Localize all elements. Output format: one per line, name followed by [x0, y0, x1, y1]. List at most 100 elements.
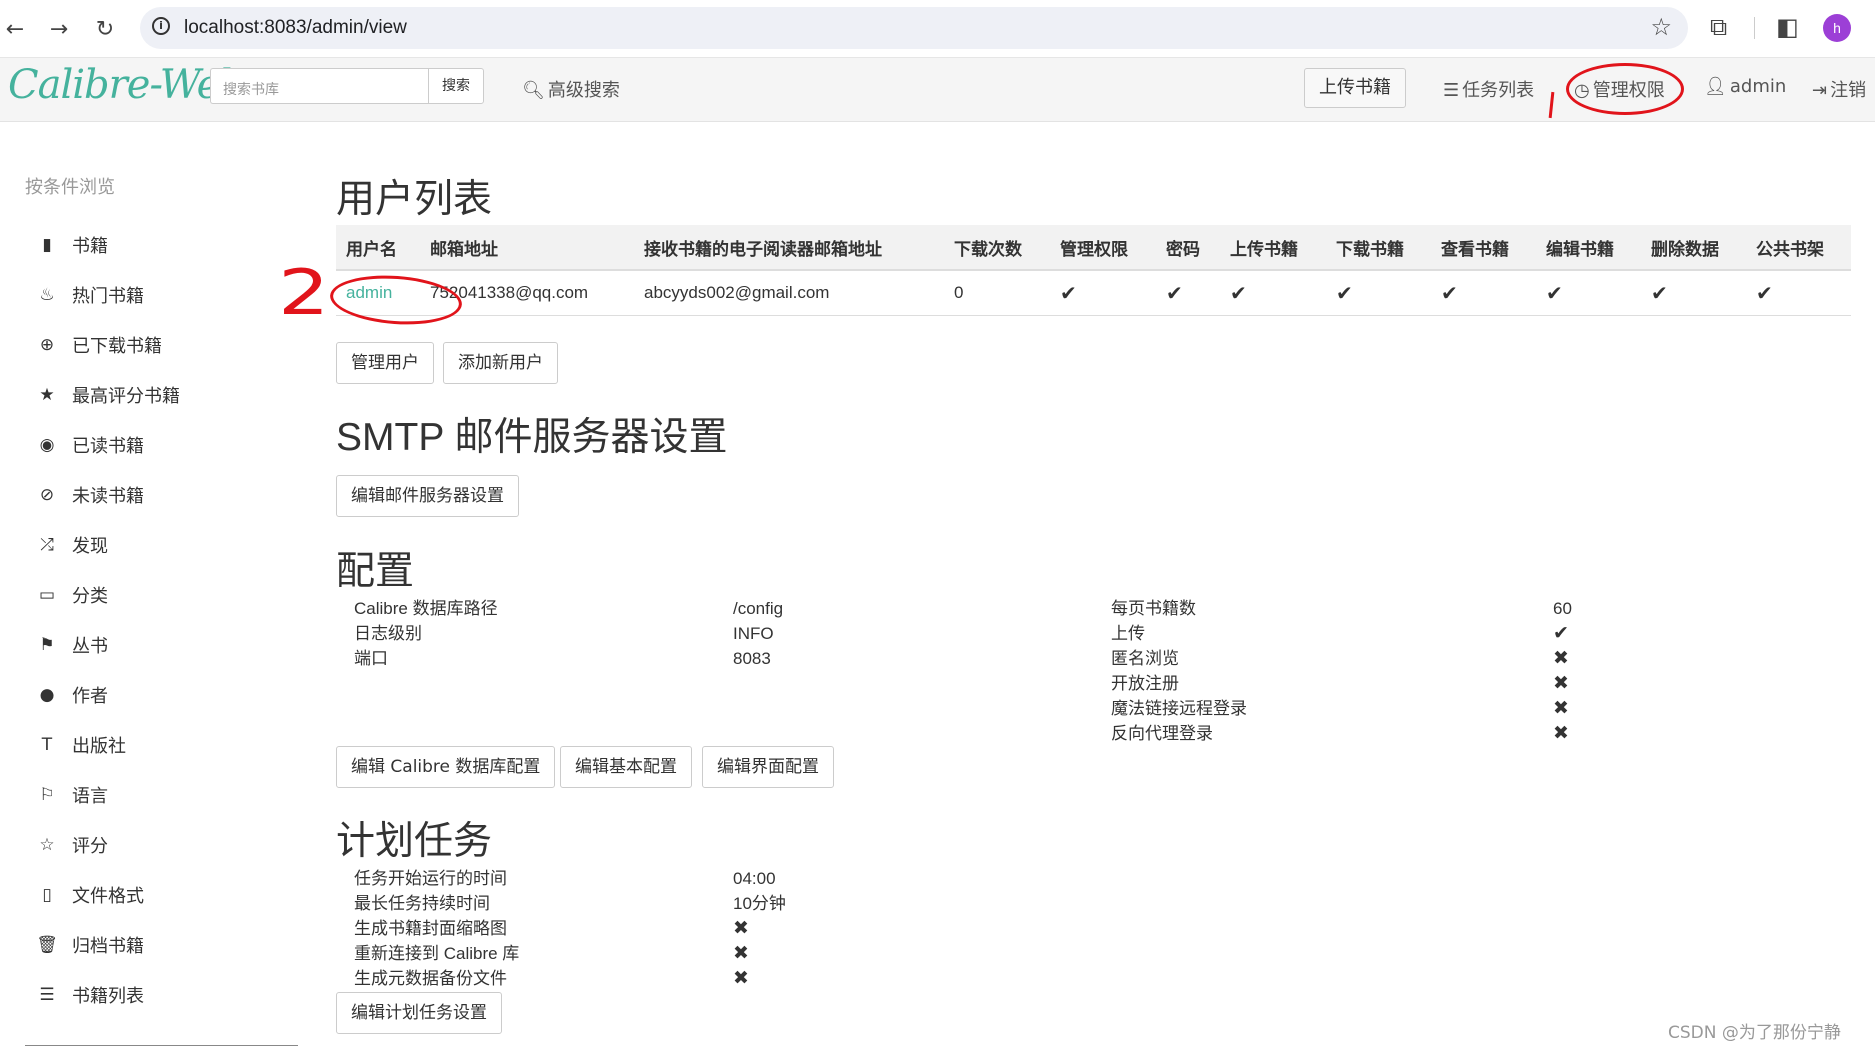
- sidebar-item[interactable]: ⊕ 已下载书籍: [36, 331, 162, 359]
- smtp-title: SMTP 邮件服务器设置: [336, 416, 728, 459]
- url-text[interactable]: localhost:8083/admin/view: [184, 17, 407, 39]
- sidebar-divider: [25, 1045, 298, 1046]
- edit-calibre-db-config-button[interactable]: 编辑 Calibre 数据库配置: [336, 746, 556, 788]
- sidebar-item[interactable]: ♨ 热门书籍: [36, 281, 144, 309]
- column-header[interactable]: 删除数据: [1641, 225, 1746, 271]
- config-label: 开放注册: [1111, 674, 1179, 693]
- sidebar-item[interactable]: ★ 最高评分书籍: [36, 381, 180, 409]
- table-row: admin 752041338@qq.com abcyyds002@gmail.…: [336, 270, 1851, 316]
- edit-ui-config-button[interactable]: 编辑界面配置: [702, 746, 834, 788]
- column-header[interactable]: 下载书籍: [1326, 225, 1431, 271]
- cross-icon: ✖: [1553, 647, 1569, 669]
- sidebar-item-label: 语言: [72, 786, 108, 807]
- star-icon: ★: [39, 385, 55, 405]
- sidebar-item-label: 评分: [72, 836, 108, 857]
- sidebar-item-label: 书籍列表: [72, 986, 144, 1007]
- schedule-value: 10分钟: [733, 894, 786, 913]
- extensions-icon[interactable]: ⧉: [1710, 13, 1727, 41]
- config-label: 魔法链接远程登录: [1111, 699, 1247, 718]
- sidebar-item[interactable]: ☰ 书籍列表: [36, 981, 144, 1009]
- schedule-label: 生成书籍封面缩略图: [354, 919, 507, 938]
- column-header[interactable]: 密码: [1156, 225, 1220, 271]
- logout-icon: ⇥: [1812, 80, 1828, 101]
- password-permission-check: ✔: [1156, 270, 1220, 316]
- sidebar-item[interactable]: ▭ 分类: [36, 581, 108, 609]
- edit-smtp-button[interactable]: 编辑邮件服务器设置: [336, 475, 519, 517]
- user-icon: 👤︎: [1704, 76, 1727, 97]
- download-permission-check: ✔: [1326, 270, 1431, 316]
- edit-permission-check: ✔: [1536, 270, 1641, 316]
- advanced-search-label: 高级搜索: [547, 80, 620, 101]
- sidebar-item[interactable]: ⤮ 发现: [36, 531, 108, 559]
- fire-icon: ♨: [39, 285, 55, 305]
- text-size-icon: T: [41, 735, 53, 755]
- user-profile-link[interactable]: 👤︎ admin: [1704, 76, 1786, 97]
- column-header[interactable]: 管理权限: [1050, 225, 1156, 271]
- column-header[interactable]: 查看书籍: [1431, 225, 1536, 271]
- sidebar-item[interactable]: ⊘ 未读书籍: [36, 481, 144, 509]
- site-info-icon[interactable]: i: [152, 17, 170, 35]
- schedule-label: 最长任务持续时间: [354, 894, 490, 913]
- sidebar-item[interactable]: ⚐ 语言: [36, 781, 108, 809]
- upload-button[interactable]: 上传书籍: [1304, 68, 1406, 108]
- sidebar-item-label: 作者: [72, 686, 108, 707]
- edit-basic-config-button[interactable]: 编辑基本配置: [560, 746, 692, 788]
- user-icon: ●: [39, 685, 55, 705]
- trash-icon: 🗑︎: [36, 935, 58, 955]
- search-button[interactable]: 搜索: [428, 68, 484, 104]
- bookmark-icon: ⚑: [39, 635, 55, 655]
- profile-avatar[interactable]: h: [1823, 14, 1851, 42]
- tasks-link[interactable]: ☰ 任务列表: [1443, 76, 1534, 102]
- config-label: 每页书籍数: [1111, 599, 1196, 618]
- sidebar-item[interactable]: T 出版社: [36, 731, 126, 759]
- bookmark-star-icon[interactable]: ☆: [1650, 13, 1672, 41]
- config-label: 端口: [354, 649, 388, 668]
- forward-arrow-icon[interactable]: →: [44, 14, 74, 44]
- logout-link[interactable]: ⇥ 注销: [1812, 76, 1866, 102]
- add-user-button[interactable]: 添加新用户: [443, 342, 558, 384]
- toolbar-divider: [1754, 17, 1755, 39]
- browser-toolbar: ← → ↻ i localhost:8083/admin/view ☆ ⧉ ◧ …: [0, 0, 1875, 58]
- column-header[interactable]: 公共书架: [1746, 225, 1851, 271]
- sidebar-item[interactable]: ▯ 文件格式: [36, 881, 144, 909]
- side-panel-icon[interactable]: ◧: [1776, 13, 1799, 41]
- back-arrow-icon[interactable]: ←: [0, 14, 30, 44]
- file-icon: ▯: [42, 885, 52, 905]
- reload-icon[interactable]: ↻: [90, 14, 120, 44]
- search-icon: 🔍︎: [522, 80, 545, 101]
- edit-schedule-button[interactable]: 编辑计划任务设置: [336, 992, 502, 1034]
- app-logo[interactable]: Calibre-Web: [8, 62, 245, 108]
- column-header[interactable]: 邮箱地址: [420, 225, 634, 271]
- advanced-search-link[interactable]: 🔍︎ 高级搜索: [522, 76, 620, 102]
- column-header[interactable]: 接收书籍的电子阅读器邮箱地址: [634, 225, 944, 271]
- sidebar-item[interactable]: ● 作者: [36, 681, 108, 709]
- view-permission-check: ✔: [1431, 270, 1536, 316]
- column-header[interactable]: 用户名: [336, 225, 420, 271]
- cross-icon: ✖: [733, 967, 749, 989]
- config-value: INFO: [733, 624, 774, 643]
- sidebar-item[interactable]: ⚑ 丛书: [36, 631, 108, 659]
- sidebar-item[interactable]: ▮ 书籍: [36, 231, 108, 259]
- config-label: 上传: [1111, 624, 1145, 643]
- public-shelf-permission-check: ✔: [1746, 270, 1851, 316]
- schedule-value: 04:00: [733, 869, 776, 888]
- sidebar-item[interactable]: ◉ 已读书籍: [36, 431, 144, 459]
- address-bar[interactable]: i localhost:8083/admin/view ☆: [140, 7, 1688, 49]
- star-empty-icon: ☆: [39, 835, 55, 855]
- sidebar-item-label: 已下载书籍: [72, 336, 162, 357]
- column-header[interactable]: 编辑书籍: [1536, 225, 1641, 271]
- users-title: 用户列表: [336, 178, 493, 221]
- column-header[interactable]: 上传书籍: [1220, 225, 1326, 271]
- search-input[interactable]: 搜索书库: [210, 68, 428, 104]
- column-header[interactable]: 下载次数: [944, 225, 1050, 271]
- manage-users-button[interactable]: 管理用户: [336, 342, 434, 384]
- config-value: /config: [733, 599, 784, 618]
- tasks-label: 任务列表: [1462, 80, 1535, 101]
- inbox-icon: ▭: [38, 585, 56, 605]
- sidebar-item[interactable]: ☆ 评分: [36, 831, 108, 859]
- config-label: 日志级别: [354, 624, 422, 643]
- sidebar-item[interactable]: 🗑︎ 归档书籍: [36, 931, 144, 959]
- admin-permission-check: ✔: [1050, 270, 1156, 316]
- sidebar-item-label: 发现: [72, 536, 108, 557]
- sidebar-item-label: 归档书籍: [72, 936, 144, 957]
